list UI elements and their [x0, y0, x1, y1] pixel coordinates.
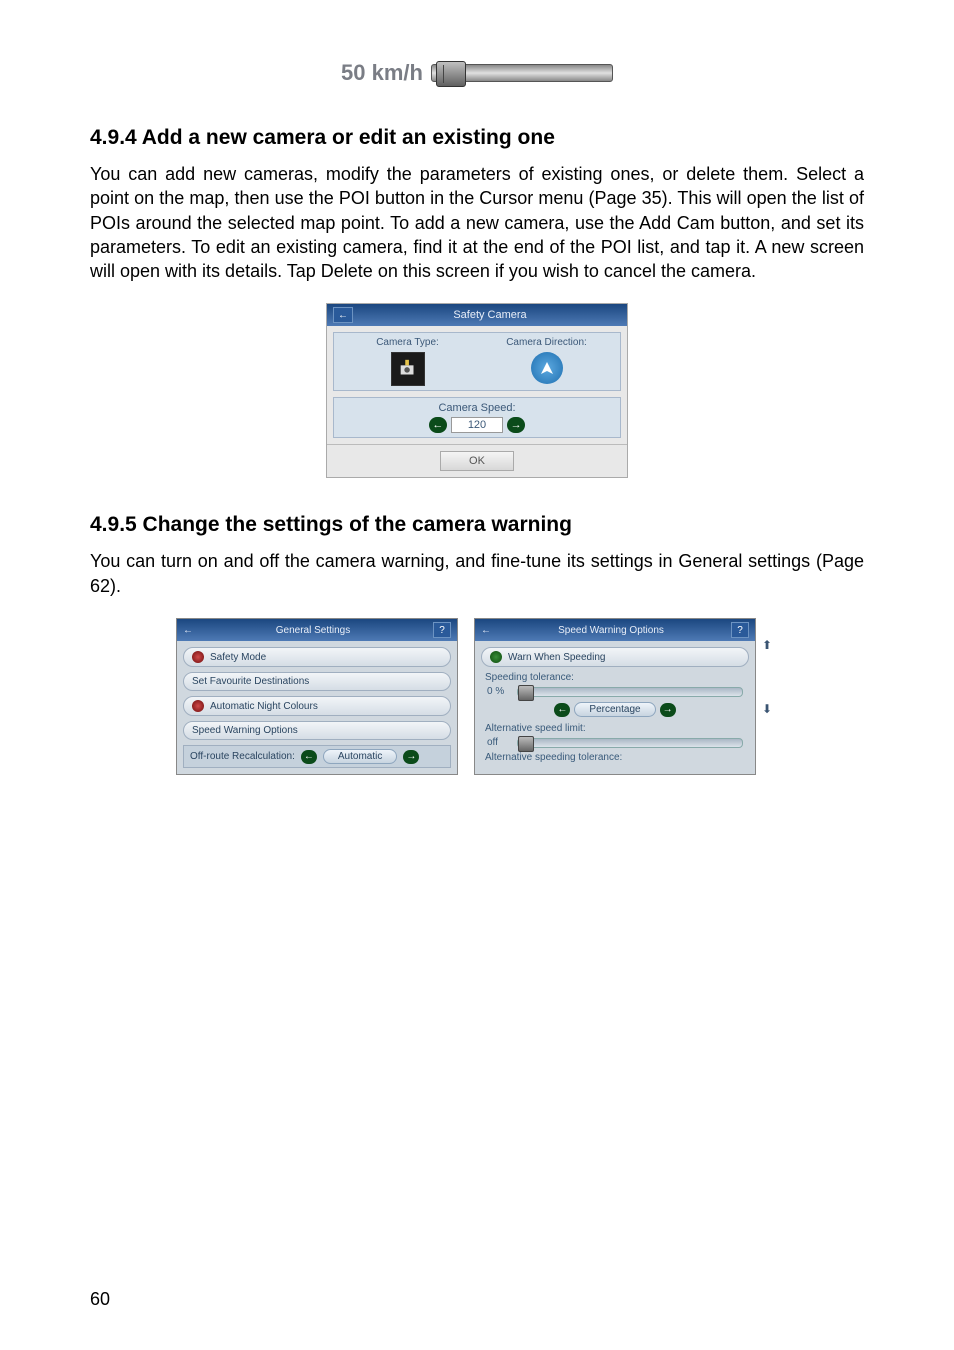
- section-heading-change-settings: 4.9.5 Change the settings of the camera …: [90, 513, 864, 537]
- off-route-row: Off-route Recalculation: ← Automatic →: [183, 745, 451, 768]
- slider-label: 50 km/h: [341, 60, 423, 86]
- scroll-up-icon: ⬆: [760, 622, 774, 668]
- warn-speeding-row: Warn When Speeding: [481, 647, 749, 667]
- panel-title: Safety Camera: [359, 309, 621, 321]
- tolerance-slider: [517, 687, 743, 697]
- alt-limit-value: off: [487, 737, 511, 748]
- section-heading-add-camera: 4.9.4 Add a new camera or edit an existi…: [90, 126, 864, 150]
- row-label: Set Favourite Destinations: [192, 676, 309, 687]
- camera-speed-label: Camera Speed:: [338, 402, 616, 414]
- tolerance-value: 0 %: [487, 686, 511, 697]
- alt-tolerance-label: Alternative speeding tolerance:: [485, 752, 749, 763]
- safety-mode-row: Safety Mode: [183, 647, 451, 667]
- tolerance-label: Speeding tolerance:: [485, 672, 749, 683]
- back-icon: ←: [333, 307, 353, 323]
- speed-value: 120: [451, 417, 503, 433]
- scroll-down-icon: ⬇: [760, 686, 774, 732]
- row-label: Automatic Night Colours: [210, 701, 318, 712]
- speed-plus-icon: →: [507, 417, 525, 433]
- arrow-right-icon: →: [403, 750, 419, 764]
- general-settings-panel: ← General Settings ? Safety Mode Set Fav…: [176, 618, 458, 775]
- camera-type-label: Camera Type:: [338, 337, 477, 348]
- ok-button: OK: [440, 451, 514, 471]
- camera-type-icon: [391, 352, 425, 386]
- toggle-icon: [192, 651, 204, 663]
- row-label: Safety Mode: [210, 652, 266, 663]
- arrow-right-icon: →: [660, 703, 676, 717]
- speed-warning-panel: ← Speed Warning Options ? Warn When Spee…: [474, 618, 756, 775]
- speed-minus-icon: ←: [429, 417, 447, 433]
- arrow-left-icon: ←: [301, 750, 317, 764]
- percentage-label: Percentage: [574, 702, 655, 717]
- speed-slider-figure: 50 km/h: [90, 60, 864, 86]
- camera-direction-icon: [531, 352, 563, 384]
- panel-title: Speed Warning Options: [491, 625, 731, 636]
- slider-thumb: [436, 61, 466, 87]
- set-favourite-row: Set Favourite Destinations: [183, 672, 451, 691]
- help-icon: ?: [433, 622, 451, 638]
- help-icon: ?: [731, 622, 749, 638]
- back-icon: ←: [481, 625, 491, 636]
- row-label: Speed Warning Options: [192, 725, 298, 736]
- section-body-change-settings: You can turn on and off the camera warni…: [90, 549, 864, 598]
- off-route-label: Off-route Recalculation:: [190, 751, 295, 762]
- safety-camera-panel: ← Safety Camera Camera Type: Camera Dire…: [326, 303, 628, 478]
- slider-track: [431, 64, 613, 82]
- row-label: Warn When Speeding: [508, 652, 605, 663]
- speed-warning-row: Speed Warning Options: [183, 721, 451, 740]
- slider-thumb: [518, 736, 534, 752]
- page-number: 60: [90, 1289, 110, 1310]
- slider-thumb: [518, 685, 534, 701]
- section-body-add-camera: You can add new cameras, modify the para…: [90, 162, 864, 283]
- camera-direction-label: Camera Direction:: [477, 337, 616, 348]
- back-icon: ←: [183, 625, 193, 636]
- night-colours-row: Automatic Night Colours: [183, 696, 451, 716]
- off-route-value: Automatic: [323, 749, 397, 764]
- toggle-icon: [490, 651, 502, 663]
- panel-title: General Settings: [193, 625, 433, 636]
- alt-limit-label: Alternative speed limit:: [485, 723, 749, 734]
- arrow-left-icon: ←: [554, 703, 570, 717]
- alt-limit-slider: [517, 738, 743, 748]
- toggle-icon: [192, 700, 204, 712]
